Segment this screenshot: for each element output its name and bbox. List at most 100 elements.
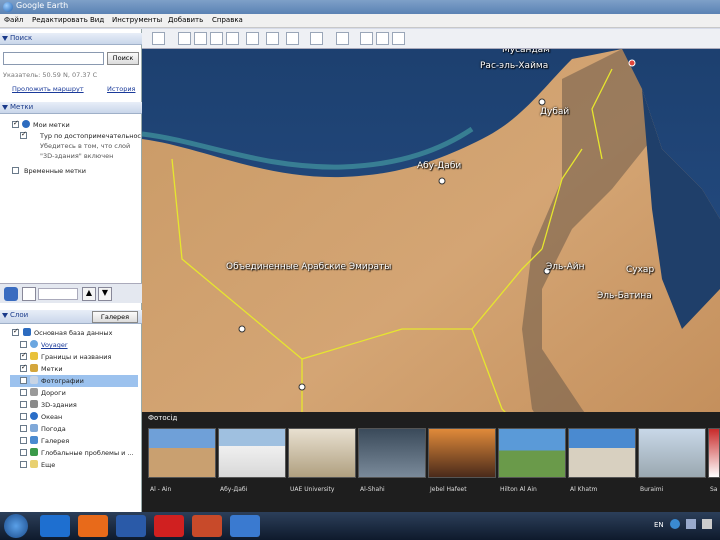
route-link[interactable]: Проложить маршрут (12, 85, 84, 93)
email-icon[interactable] (360, 32, 373, 45)
powerpoint-icon[interactable] (192, 515, 222, 537)
search-input[interactable] (3, 52, 104, 65)
tray-icon[interactable] (686, 519, 696, 529)
move-down-icon[interactable]: ▼ (98, 287, 112, 301)
map-label-dubai[interactable]: Дубай (540, 107, 569, 117)
menu-tools[interactable]: Инструменты (112, 16, 162, 24)
layer-item[interactable]: Погода (41, 425, 66, 433)
layer-checkbox[interactable] (20, 341, 27, 348)
print-icon[interactable] (376, 32, 389, 45)
map-label-ras-al-khaimah[interactable]: Рас-эль-Хайма (480, 61, 548, 71)
map-label-al-batinah[interactable]: Эль-Батина (597, 291, 652, 301)
photo-caption: Al - Ain (150, 486, 172, 493)
places-filter-input[interactable] (38, 288, 78, 300)
path-icon[interactable] (210, 32, 223, 45)
photo-pin-icon[interactable] (238, 325, 246, 333)
title-bar: Google Earth (0, 0, 720, 14)
places-item[interactable]: Временные метки (24, 167, 86, 175)
search-button[interactable]: Поиск (107, 52, 139, 65)
word-icon[interactable] (116, 515, 146, 537)
help-icon[interactable] (670, 519, 680, 529)
move-up-icon[interactable]: ▲ (82, 287, 96, 301)
my-places-checkbox[interactable] (12, 119, 19, 128)
history-link[interactable]: История (107, 85, 135, 93)
opera-icon[interactable] (154, 515, 184, 537)
language-indicator[interactable]: EN (654, 521, 664, 529)
menu-edit[interactable]: Редактировать (32, 16, 88, 24)
city-pin-icon[interactable] (438, 177, 446, 185)
temporary-places-checkbox[interactable] (12, 167, 19, 174)
map-label-sohar[interactable]: Сухар (626, 265, 654, 275)
photo-thumbnail[interactable] (148, 428, 216, 478)
layer-checkbox[interactable] (20, 413, 27, 420)
menu-help[interactable]: Справка (212, 16, 243, 24)
places-item[interactable]: Тур по достопримечательнос (40, 132, 141, 140)
layer-checkbox[interactable] (20, 425, 27, 432)
layer-item[interactable]: Метки (41, 365, 63, 373)
volume-icon[interactable] (702, 519, 712, 529)
places-item[interactable]: Мои метки (33, 121, 70, 129)
menu-view[interactable]: Вид (90, 16, 104, 24)
historical-imagery-icon[interactable] (266, 32, 279, 45)
places-panel-header[interactable]: Метки (0, 102, 142, 114)
firefox-icon[interactable] (78, 515, 108, 537)
layer-checkbox[interactable] (12, 327, 19, 336)
layer-checkbox[interactable] (20, 461, 27, 468)
map-label-al-ain[interactable]: Эль-Айн (546, 262, 584, 272)
menu-add[interactable]: Добавить (168, 16, 203, 24)
sidebar-toggle-icon[interactable] (152, 32, 165, 45)
menu-file[interactable]: Файл (4, 16, 23, 24)
view-in-maps-icon[interactable] (392, 32, 405, 45)
photo-caption: Buraimi (640, 486, 664, 493)
view-toggle-icon[interactable] (22, 287, 36, 301)
layer-checkbox[interactable] (20, 437, 27, 444)
ie-icon[interactable] (40, 515, 70, 537)
layer-item[interactable]: Дороги (41, 389, 66, 397)
photo-thumbnail[interactable] (288, 428, 356, 478)
start-button-icon[interactable] (4, 514, 28, 538)
collapse-triangle-icon[interactable] (2, 36, 8, 41)
layer-item[interactable]: Еще (41, 461, 55, 469)
sunlight-icon[interactable] (286, 32, 299, 45)
photo-thumbnail[interactable] (428, 428, 496, 478)
layer-item[interactable]: Фотографии (41, 377, 84, 385)
layer-checkbox[interactable] (20, 363, 27, 372)
layer-item[interactable]: 3D-здания (41, 401, 77, 409)
layer-item[interactable]: Океан (41, 413, 62, 421)
layer-item[interactable]: Галерея (41, 437, 69, 445)
google-earth-taskbar-icon[interactable] (230, 515, 260, 537)
map-label-uae[interactable]: Объединенные Арабские Эмираты (226, 262, 391, 272)
collapse-triangle-icon[interactable] (2, 313, 8, 318)
map-label-abu-dhabi[interactable]: Абу-Даби (417, 161, 461, 171)
search-panel-header[interactable]: Поиск (0, 33, 142, 45)
photo-thumbnail[interactable] (358, 428, 426, 478)
polygon-icon[interactable] (194, 32, 207, 45)
photo-thumbnail[interactable] (568, 428, 636, 478)
photo-pin-icon[interactable] (298, 383, 306, 391)
layer-checkbox[interactable] (20, 449, 27, 456)
placemark-icon[interactable] (178, 32, 191, 45)
image-overlay-icon[interactable] (226, 32, 239, 45)
layer-item[interactable]: Глобальные проблемы и ... (41, 449, 134, 457)
city-pin-icon[interactable] (628, 59, 636, 67)
record-tour-icon[interactable] (246, 32, 259, 45)
photo-thumbnail[interactable] (638, 428, 706, 478)
collapse-triangle-icon[interactable] (2, 105, 8, 110)
layer-item[interactable]: Границы и названия (41, 353, 111, 361)
layer-checkbox[interactable] (20, 351, 27, 360)
layer-checkbox[interactable] (20, 401, 27, 408)
planets-icon[interactable] (310, 32, 323, 45)
layer-item[interactable]: Voyager (41, 341, 68, 349)
search-places-icon[interactable] (4, 287, 18, 301)
photo-thumbnail[interactable] (218, 428, 286, 478)
photo-thumbnail[interactable] (498, 428, 566, 478)
layer-checkbox[interactable] (20, 389, 27, 396)
tour-checkbox[interactable] (20, 130, 27, 139)
ruler-icon[interactable] (336, 32, 349, 45)
layer-checkbox[interactable] (20, 377, 27, 384)
photo-thumbnail[interactable] (708, 428, 720, 478)
layer-item[interactable]: Основная база данных (34, 329, 112, 337)
gallery-button[interactable]: Галерея (92, 311, 138, 323)
city-pin-icon[interactable] (538, 98, 546, 106)
map-toolbar (142, 29, 720, 49)
